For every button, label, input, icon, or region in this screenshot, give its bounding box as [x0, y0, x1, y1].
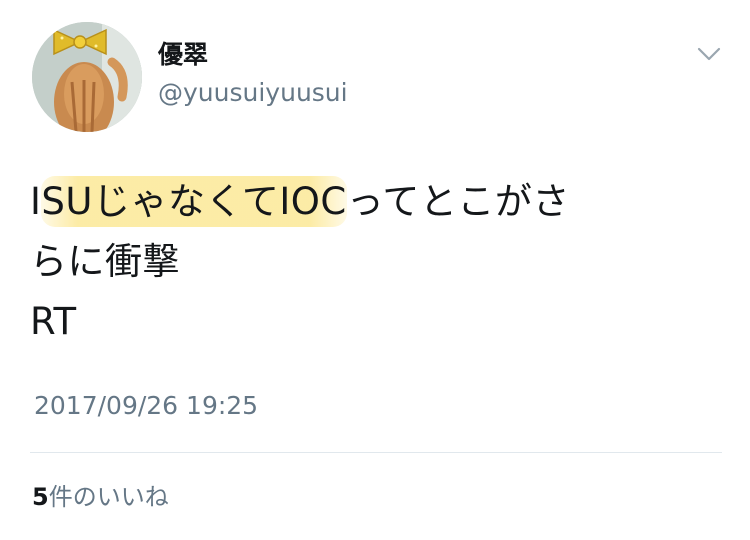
avatar[interactable] — [32, 22, 142, 132]
likes-label: 件のいいね — [48, 483, 169, 511]
likes-count-link[interactable]: 5件のいいね — [32, 482, 169, 512]
tweet-line-1: ISUじゃなくてIOCってとこがさ — [30, 172, 710, 232]
divider — [30, 452, 722, 453]
tweet-timestamp[interactable]: 2017/09/26 19:25 — [34, 390, 258, 422]
tweet-text-pre: I — [30, 180, 42, 223]
tweet-text-post: ってとこがさ — [346, 180, 570, 223]
highlighted-text: SUじゃなくてIOC — [41, 176, 347, 227]
tweet-text: ISUじゃなくてIOCってとこがさ らに衝撃 RT — [30, 172, 710, 352]
tweet-line-2: らに衝撃 — [30, 240, 180, 283]
user-handle[interactable]: @yuusuiyuusui — [158, 78, 348, 108]
chevron-down-icon — [697, 47, 721, 61]
tweet-line-3: RT — [30, 300, 77, 343]
cat-with-gold-bow-avatar-icon — [32, 22, 142, 132]
more-menu-button[interactable] — [696, 44, 722, 64]
likes-count: 5 — [32, 483, 49, 511]
display-name[interactable]: 優翠 — [158, 40, 208, 70]
